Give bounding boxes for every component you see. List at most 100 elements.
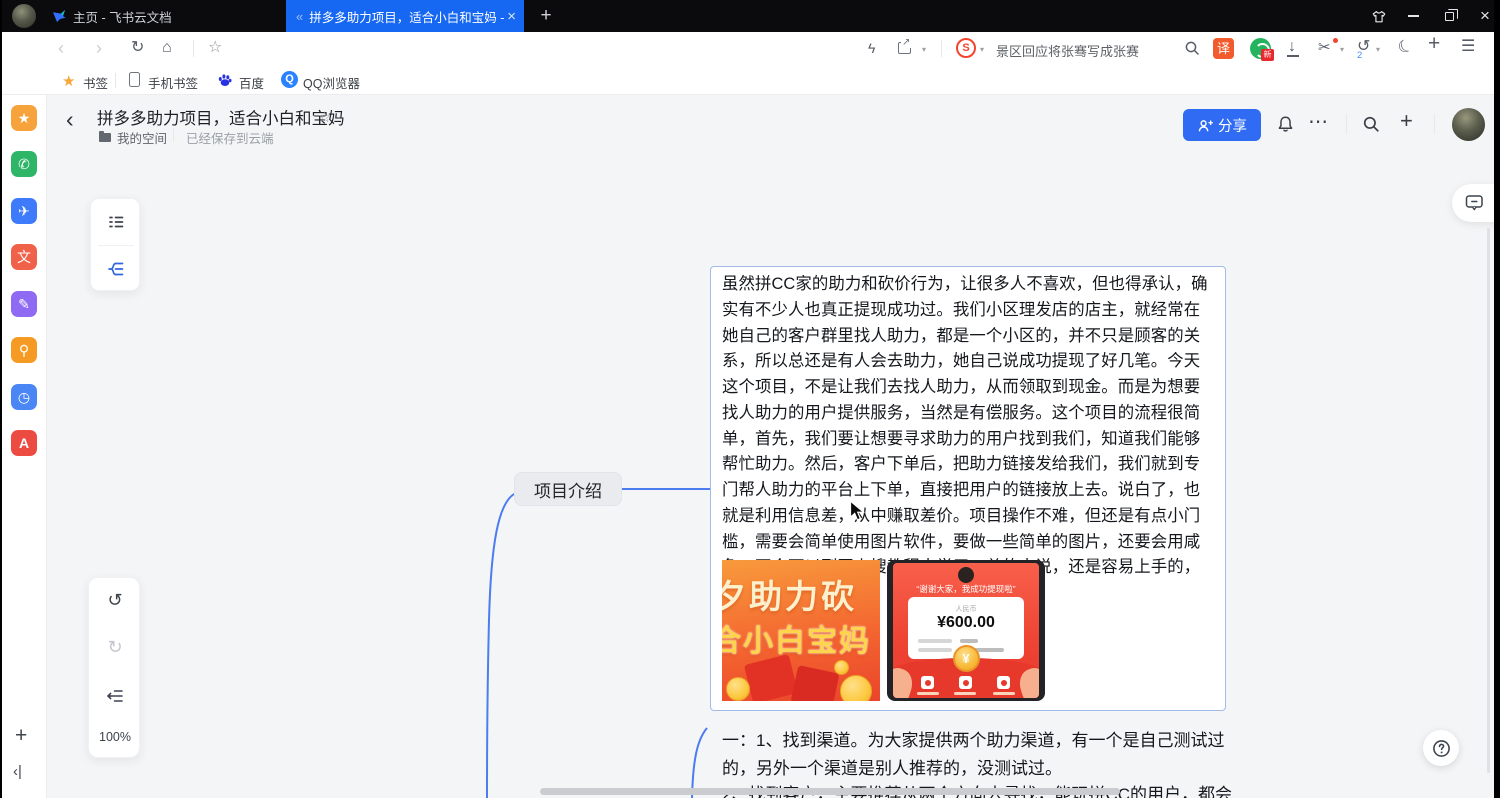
mindmap-node-step1[interactable]: 一：1、找到渠道。为大家提供两个助力渠道，有一个是自己测试过的，另外一个渠道是别…	[722, 727, 1234, 782]
mini-app-icon	[921, 676, 934, 689]
translate-icon[interactable]: 译	[1213, 38, 1234, 59]
lightning-icon[interactable]: ϟ	[868, 40, 875, 56]
cash-screenshot-image[interactable]: “谢谢大家，我成功提现啦” 人民币 ¥600.00 ¥	[887, 560, 1045, 701]
undo-count: 2	[1357, 50, 1362, 61]
hot-search-text[interactable]: 景区回应将张骞写成张赛	[996, 41, 1139, 60]
search-icon[interactable]	[1184, 40, 1200, 56]
vertical-scrollbar[interactable]	[1487, 228, 1490, 773]
download-icon[interactable]: ↓	[1288, 39, 1296, 55]
feishu-favicon	[52, 9, 66, 23]
undo-icon[interactable]: ↺	[89, 590, 141, 611]
bookmark-item[interactable]: 百度	[239, 73, 264, 92]
theme-skin-icon[interactable]	[1362, 0, 1396, 32]
comment-icon	[1465, 194, 1484, 212]
browser-profile-avatar[interactable]	[12, 4, 36, 28]
red-envelope	[744, 654, 798, 701]
download-bar	[1287, 55, 1299, 57]
scissors-caret-icon[interactable]: ▾	[1340, 45, 1344, 54]
zoom-control-panel: ↺ ↻ 100%	[88, 577, 140, 758]
question-icon	[1432, 739, 1451, 758]
engine-caret-icon[interactable]: ▾	[980, 45, 984, 54]
dock-wechat-icon[interactable]: ✆	[11, 151, 37, 177]
gold-coin	[834, 660, 849, 675]
promo-image[interactable]: 夕助力砍 合小白宝妈	[722, 560, 880, 701]
qq-browser-icon[interactable]: Q	[281, 71, 298, 88]
horizontal-scrollbar[interactable]	[540, 788, 1120, 795]
comments-pill[interactable]	[1452, 184, 1500, 222]
bookmark-item[interactable]: QQ浏览器	[303, 73, 360, 92]
dock-favorites-icon[interactable]: ★	[11, 105, 37, 131]
window-frame-left	[0, 0, 2, 798]
maximize-button[interactable]	[1432, 0, 1466, 32]
screenshot-scissors-icon[interactable]: ✂	[1318, 40, 1331, 56]
minimize-button[interactable]	[1396, 0, 1430, 32]
dock-pdf-icon[interactable]: A	[11, 430, 37, 456]
menu-icon[interactable]: ☰	[1461, 39, 1475, 55]
mindmap-node-detail-card[interactable]: 虽然拼CC家的助力和砍价行为，让很多人不喜欢，但也得承认，确实有不少人也真正提现…	[710, 266, 1226, 711]
gold-coin	[840, 675, 872, 701]
scissors-notification-dot	[1333, 38, 1338, 43]
mobile-bookmarks-icon[interactable]	[129, 72, 140, 87]
mindmap-node-intro[interactable]: 项目介绍	[514, 472, 622, 506]
send-caret-icon[interactable]: ▾	[922, 45, 926, 54]
home-icon[interactable]: ⌂	[162, 40, 172, 56]
text-bar	[960, 639, 978, 643]
window-frame-right	[1494, 0, 1500, 798]
view-switch-panel	[90, 198, 140, 291]
dock-notes-icon[interactable]: ✎	[11, 291, 37, 317]
dark-mode-moon-icon[interactable]: ☾	[1395, 37, 1416, 58]
tab-feishu-home[interactable]: 主页 - 飞书云文档	[42, 0, 286, 32]
tab-bar: 主页 - 飞书云文档 « 拼多多助力项目，适合小白和宝妈 - × + ×	[0, 0, 1500, 32]
dock-add-icon[interactable]: +	[15, 724, 27, 748]
outline-view-button[interactable]	[91, 199, 141, 245]
browser-window: 主页 - 飞书云文档 « 拼多多助力项目，适合小白和宝妈 - × + × ‹ ›…	[0, 0, 1500, 798]
cash-screen: “谢谢大家，我成功提现啦” 人民币 ¥600.00 ¥	[893, 563, 1039, 698]
dock-travel-icon[interactable]: ✈	[11, 198, 37, 224]
text-bar	[918, 648, 952, 652]
doc-tab-favicon: «	[296, 9, 303, 24]
gold-coin	[726, 677, 750, 701]
promo-line1: 夕助力砍	[722, 570, 857, 618]
tab-title: 主页 - 飞书云文档	[73, 7, 172, 26]
reload-icon[interactable]: ↻	[131, 40, 144, 56]
bookmarks-star-icon[interactable]: ★	[62, 72, 75, 90]
mini-app-label	[954, 692, 976, 695]
forward-icon[interactable]: ›	[96, 40, 102, 56]
mindmap-view-button[interactable]	[91, 246, 141, 292]
mindmap-icon	[106, 259, 126, 279]
dock-search-icon[interactable]: ⚲	[11, 337, 37, 363]
game-center-icon[interactable]: 新	[1250, 38, 1271, 59]
mini-app-label	[917, 692, 939, 695]
mouse-cursor	[849, 500, 866, 523]
collapse-branches-icon[interactable]	[105, 686, 125, 706]
tab-doc-active[interactable]: « 拼多多助力项目，适合小白和宝妈 - ×	[286, 0, 524, 32]
baidu-paw-icon[interactable]	[217, 72, 233, 88]
cash-avatar	[958, 567, 974, 583]
mini-app-icon	[959, 676, 972, 689]
promo-line2: 合小白宝妈	[722, 616, 871, 660]
mini-app-label	[993, 692, 1015, 695]
zoom-level[interactable]: 100%	[89, 730, 141, 744]
send-page-icon[interactable]: ↗	[898, 42, 911, 54]
bookmark-item[interactable]: 书签	[83, 73, 108, 92]
cash-quote: “谢谢大家，我成功提现啦”	[893, 583, 1039, 595]
cash-coin: ¥	[953, 645, 980, 672]
currency-label: 人民币	[908, 604, 1024, 614]
outline-icon	[106, 212, 126, 232]
cash-amount: ¥600.00	[908, 614, 1024, 632]
close-tab-icon[interactable]: ×	[507, 8, 516, 25]
undo-caret-icon[interactable]: ▾	[1376, 45, 1380, 54]
help-button[interactable]	[1423, 730, 1459, 766]
tab-title: 拼多多助力项目，适合小白和宝妈 -	[309, 7, 504, 26]
bookmark-star-icon[interactable]: ☆	[208, 40, 222, 56]
collapse-sidebar-icon[interactable]: ‹|	[13, 763, 22, 780]
dock-translate-icon[interactable]: 文	[11, 244, 37, 270]
search-engine-icon[interactable]: S	[956, 38, 976, 58]
back-icon[interactable]: ‹	[58, 40, 64, 56]
redo-icon[interactable]: ↻	[89, 637, 141, 658]
red-envelope	[791, 665, 840, 701]
dock-history-icon[interactable]: ◷	[11, 384, 37, 410]
add-icon[interactable]: +	[1428, 36, 1440, 52]
bookmark-item[interactable]: 手机书签	[148, 73, 198, 92]
new-tab-button[interactable]: +	[534, 4, 558, 28]
